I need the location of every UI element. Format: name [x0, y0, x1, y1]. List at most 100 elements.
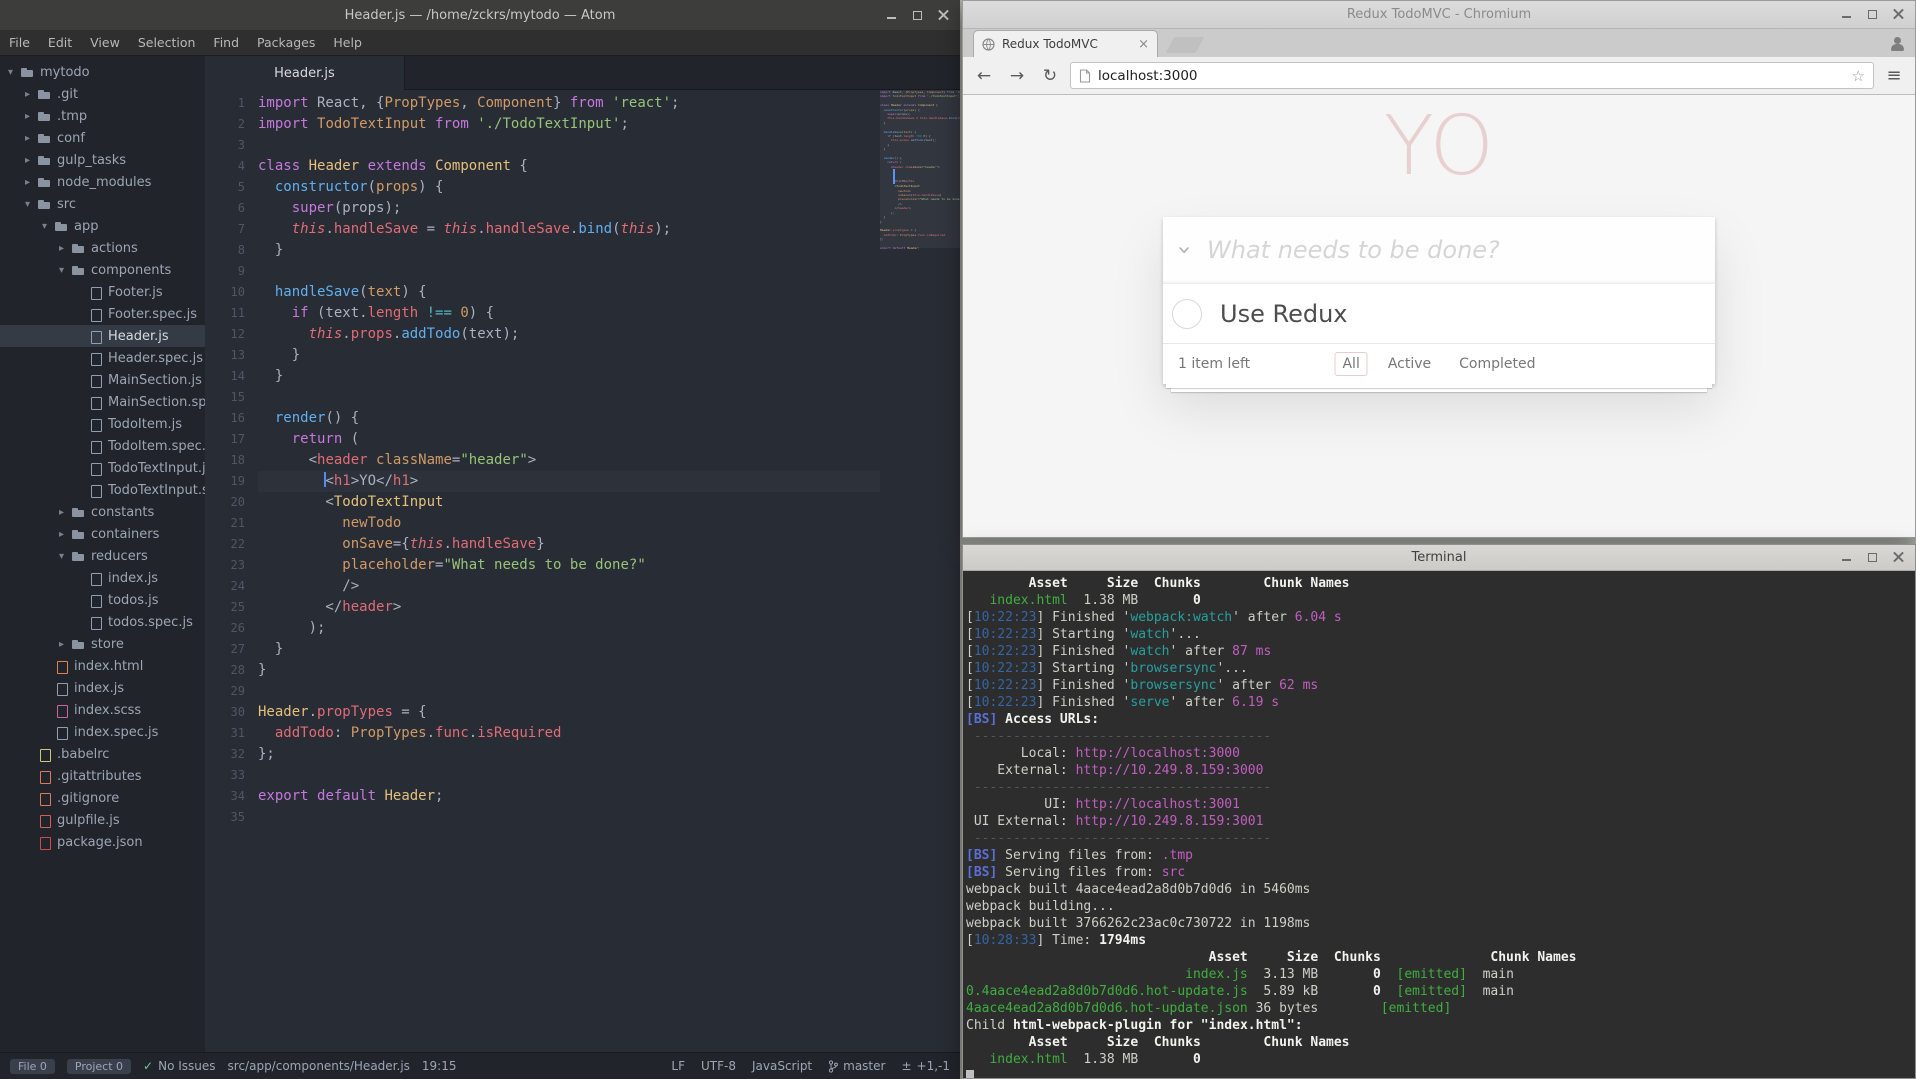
tree-item[interactable]: ▸ .git: [0, 83, 205, 105]
filter-link[interactable]: All: [1334, 352, 1367, 376]
tree-item[interactable]: Header.spec.js: [0, 347, 205, 369]
tree-item[interactable]: ▸ conf: [0, 127, 205, 149]
language-indicator[interactable]: JavaScript: [752, 1059, 812, 1073]
reload-button[interactable]: ↻: [1037, 63, 1063, 89]
terminal-output[interactable]: Asset Size Chunks Chunk Names index.html…: [963, 571, 1915, 1078]
new-tab-button[interactable]: [1166, 37, 1205, 53]
menu-item[interactable]: Find: [204, 35, 248, 50]
tree-item[interactable]: index.js: [0, 567, 205, 589]
menu-item[interactable]: Edit: [39, 35, 81, 50]
maximize-icon[interactable]: [911, 9, 924, 22]
tree-item[interactable]: Footer.spec.js: [0, 303, 205, 325]
code-line[interactable]: );: [258, 618, 880, 639]
linter-project-badge[interactable]: Project 0: [67, 1059, 131, 1074]
close-icon[interactable]: [937, 9, 950, 22]
menu-item[interactable]: View: [81, 35, 129, 50]
encoding-indicator[interactable]: UTF-8: [701, 1059, 736, 1073]
code-line[interactable]: />: [258, 576, 880, 597]
code-line[interactable]: handleSave(text) {: [258, 282, 880, 303]
tree-item[interactable]: TodoItem.js: [0, 413, 205, 435]
code-line[interactable]: Header.propTypes = {: [258, 702, 880, 723]
code-line[interactable]: render() {: [258, 408, 880, 429]
address-bar[interactable]: localhost:3000 ☆: [1070, 62, 1874, 89]
tree-item[interactable]: ▸ actions: [0, 237, 205, 259]
code-line[interactable]: this.handleSave = this.handleSave.bind(t…: [258, 219, 880, 240]
code-line[interactable]: </header>: [258, 597, 880, 618]
browser-menu-icon[interactable]: ≡: [1881, 63, 1907, 89]
editor[interactable]: 1 2 3 4 5 6 7 8: [205, 90, 960, 1052]
tree-item[interactable]: ▸ .tmp: [0, 105, 205, 127]
profile-icon[interactable]: [1889, 36, 1905, 52]
menu-item[interactable]: File: [0, 35, 39, 50]
code-line[interactable]: return (: [258, 429, 880, 450]
code-line[interactable]: newTodo: [258, 513, 880, 534]
code-line[interactable]: [258, 681, 880, 702]
tree-item[interactable]: .gitattributes: [0, 765, 205, 787]
filter-link[interactable]: Completed: [1451, 352, 1543, 376]
tree-item[interactable]: MainSection.js: [0, 369, 205, 391]
code-line[interactable]: [258, 261, 880, 282]
minimize-icon[interactable]: [885, 9, 898, 22]
code-line[interactable]: placeholder="What needs to be done?": [258, 555, 880, 576]
code-line[interactable]: }: [258, 366, 880, 387]
code-line[interactable]: }: [258, 639, 880, 660]
close-icon[interactable]: [1892, 8, 1905, 21]
tab-close-icon[interactable]: ×: [1138, 37, 1149, 52]
tree-item[interactable]: index.js: [0, 677, 205, 699]
git-branch[interactable]: master: [828, 1059, 885, 1073]
tree-item[interactable]: .gitignore: [0, 787, 205, 809]
code-line[interactable]: [258, 765, 880, 786]
code-line[interactable]: [258, 387, 880, 408]
tree-item[interactable]: index.html: [0, 655, 205, 677]
menu-item[interactable]: Packages: [248, 35, 324, 50]
new-todo-input[interactable]: [1207, 217, 1715, 283]
tree-item[interactable]: gulpfile.js: [0, 809, 205, 831]
close-icon[interactable]: [1892, 551, 1905, 564]
linter-file-badge[interactable]: File 0: [10, 1059, 55, 1074]
tree-item[interactable]: ▾ src: [0, 193, 205, 215]
code-line[interactable]: super(props);: [258, 198, 880, 219]
minimize-icon[interactable]: [1840, 551, 1853, 564]
tree-item[interactable]: package.json: [0, 831, 205, 853]
code-line[interactable]: }: [258, 240, 880, 261]
linter-status[interactable]: ✓ No Issues: [143, 1059, 215, 1073]
code-line[interactable]: <header className="header">: [258, 450, 880, 471]
code-line[interactable]: addTodo: PropTypes.func.isRequired: [258, 723, 880, 744]
tree-item[interactable]: index.scss: [0, 699, 205, 721]
code-line[interactable]: onSave={this.handleSave}: [258, 534, 880, 555]
code-line[interactable]: }: [258, 345, 880, 366]
line-ending-indicator[interactable]: LF: [671, 1059, 685, 1073]
code-line[interactable]: import TodoTextInput from './TodoTextInp…: [258, 114, 880, 135]
todo-checkbox[interactable]: [1172, 299, 1202, 329]
tree-item[interactable]: TodoItem.spec.js: [0, 435, 205, 457]
tab-header-js[interactable]: Header.js: [205, 56, 405, 90]
tree-item[interactable]: todos.js: [0, 589, 205, 611]
tree-item[interactable]: ▾ components: [0, 259, 205, 281]
tree-item[interactable]: TodoTextInput.sp: [0, 479, 205, 501]
tree-item[interactable]: ▸ store: [0, 633, 205, 655]
cursor-position[interactable]: 19:15: [422, 1059, 457, 1073]
bookmark-star-icon[interactable]: ☆: [1852, 67, 1865, 85]
maximize-icon[interactable]: [1866, 551, 1879, 564]
filter-link[interactable]: Active: [1380, 352, 1439, 376]
menu-item[interactable]: Selection: [129, 35, 205, 50]
code-line[interactable]: import React, {PropTypes, Component} fro…: [258, 93, 880, 114]
menu-item[interactable]: Help: [324, 35, 371, 50]
code-line[interactable]: this.props.addTodo(text);: [258, 324, 880, 345]
code-line[interactable]: };: [258, 744, 880, 765]
tree-item[interactable]: ▸ constants: [0, 501, 205, 523]
tree-item[interactable]: Header.js: [0, 325, 205, 347]
tree-item[interactable]: todos.spec.js: [0, 611, 205, 633]
tree-item[interactable]: ▾ app: [0, 215, 205, 237]
code-line[interactable]: <TodoTextInput: [258, 492, 880, 513]
back-button[interactable]: ←: [971, 63, 997, 89]
tree-item[interactable]: ▾ mytodo: [0, 61, 205, 83]
code-line[interactable]: <h1>YO</h1>: [258, 471, 880, 492]
tree-item[interactable]: MainSection.spec.: [0, 391, 205, 413]
forward-button[interactable]: →: [1004, 63, 1030, 89]
code-line[interactable]: [258, 807, 880, 828]
code-line[interactable]: if (text.length !== 0) {: [258, 303, 880, 324]
code-line[interactable]: constructor(props) {: [258, 177, 880, 198]
minimap[interactable]: import React, {PropTypes, Component} fro…: [880, 90, 960, 1052]
code-line[interactable]: }: [258, 660, 880, 681]
